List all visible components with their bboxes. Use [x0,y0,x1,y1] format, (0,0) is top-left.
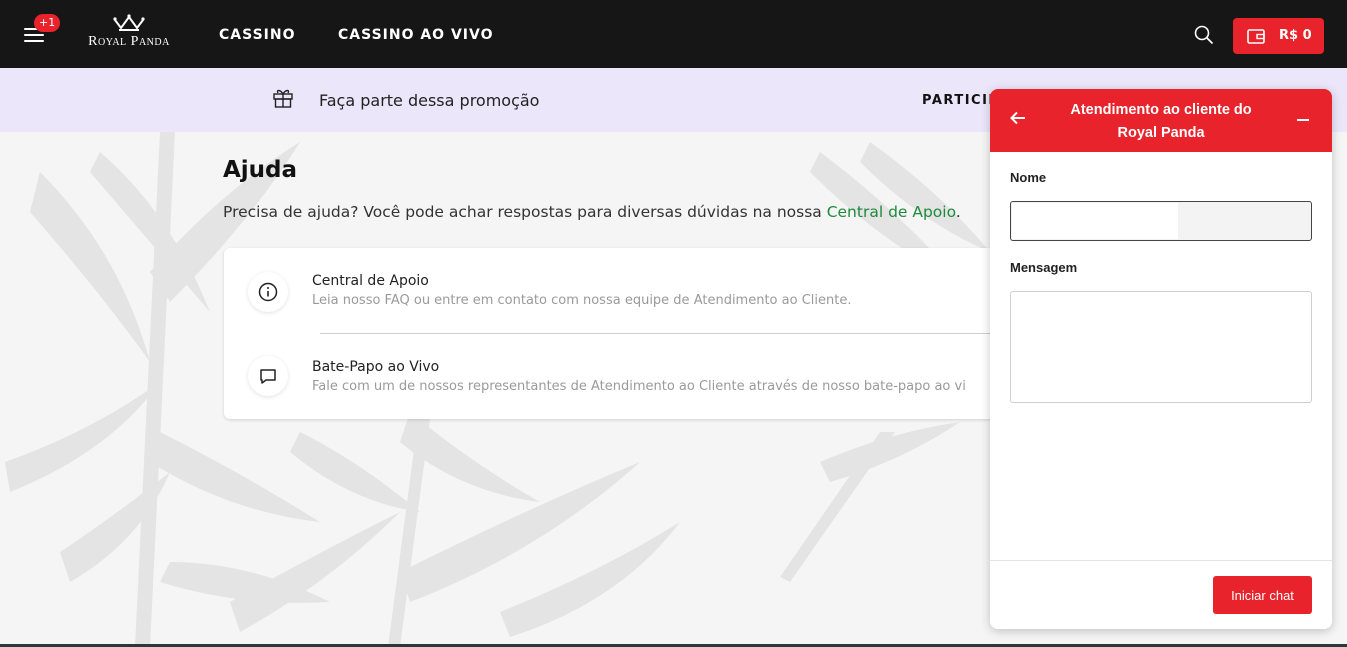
promo-participate-button[interactable]: PARTICIP [922,93,999,108]
back-arrow-icon[interactable] [1010,111,1026,125]
start-chat-button[interactable]: Iniciar chat [1213,576,1312,614]
central-de-apoio-link[interactable]: Central de Apoio [827,203,956,221]
help-description: Precisa de ajuda? Você pode achar respos… [223,203,961,221]
royal-panda-logo[interactable]: Royal Panda [76,14,182,56]
wallet-button[interactable]: R$ 0 [1233,18,1324,54]
chat-header: Atendimento ao cliente do Royal Panda [990,89,1332,152]
search-icon[interactable] [1194,25,1214,45]
info-icon [248,272,288,312]
minimize-icon[interactable] [1297,119,1309,121]
help-item-title: Bate-Papo ao Vivo [312,359,440,375]
help-description-text: Precisa de ajuda? Você pode achar respos… [223,203,827,221]
wallet-balance: R$ 0 [1279,28,1312,43]
chat-bubble-icon [248,356,288,396]
help-item-subtitle: Leia nosso FAQ ou entre em contato com n… [312,293,852,308]
chat-footer: Iniciar chat [990,560,1332,629]
nav-cassino[interactable]: CASSINO [219,27,295,43]
chat-title: Atendimento ao cliente do Royal Panda [1070,102,1252,141]
help-item-bate-papo[interactable]: Bate-Papo ao Vivo Fale com um de nossos … [224,334,1024,419]
help-item-title: Central de Apoio [312,273,429,289]
notification-badge: +1 [34,14,61,32]
customer-service-chat-widget: Atendimento ao cliente do Royal Panda No… [990,89,1332,629]
page-title: Ajuda [223,157,298,183]
message-label: Mensagem [1010,260,1078,275]
logo-text: Royal Panda [88,34,170,49]
wallet-icon [1247,29,1265,44]
message-input[interactable] [1010,291,1312,403]
promo-text: Faça parte dessa promoção [319,91,540,110]
nav-cassino-ao-vivo[interactable]: CASSINO AO VIVO [338,27,494,43]
gift-icon [273,89,293,108]
help-item-central-de-apoio[interactable]: Central de Apoio Leia nosso FAQ ou entre… [224,248,1024,333]
help-item-subtitle: Fale com um de nossos representantes de … [312,379,966,394]
name-label: Nome [1010,170,1047,185]
crown-icon [113,14,145,31]
top-navbar: +1 Royal Panda CASSINO CASSINO AO VIVO R… [0,0,1347,68]
name-input[interactable] [1010,201,1312,241]
help-description-suffix: . [955,203,961,221]
help-options-card: Central de Apoio Leia nosso FAQ ou entre… [224,248,1024,419]
